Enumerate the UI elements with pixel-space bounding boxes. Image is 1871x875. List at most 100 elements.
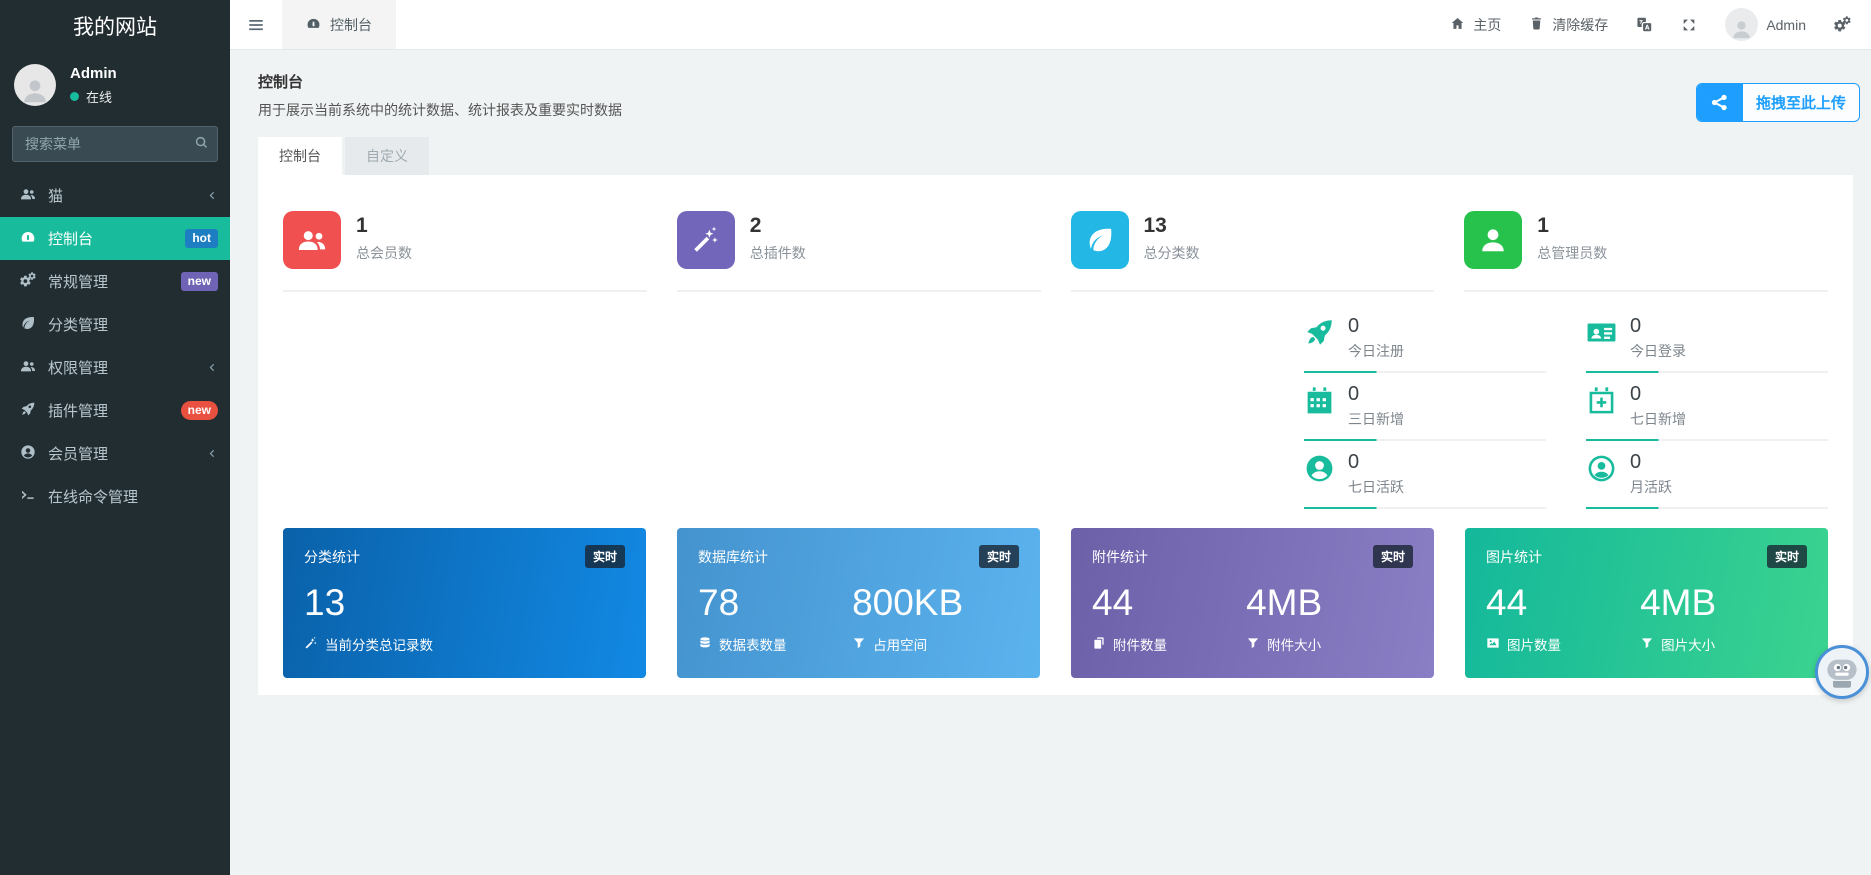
chat-robot-button[interactable]	[1815, 645, 1869, 699]
stat-label: 总管理员数	[1537, 245, 1608, 261]
chevron-left-icon	[205, 360, 218, 375]
users-icon	[19, 186, 37, 205]
terminal-icon	[19, 487, 37, 506]
topbar-user[interactable]: Admin	[1725, 8, 1806, 41]
users-icon	[283, 211, 341, 269]
hamburger-icon[interactable]	[230, 0, 282, 49]
robot-icon	[1827, 659, 1857, 688]
summary-cards: 分类统计 实时 13 当前分类总记录数 数据库统计 实时 78 数据表数量 80…	[283, 528, 1828, 678]
clear-cache-button[interactable]: 清除缓存	[1529, 15, 1608, 35]
stat-total-addons: 2 总插件数	[676, 211, 1041, 292]
stat-value: 1	[1537, 214, 1549, 237]
card-category-stats: 分类统计 实时 13 当前分类总记录数	[283, 528, 646, 678]
sidebar-item-addon[interactable]: 插件管理 new	[0, 389, 230, 432]
copy-icon	[1092, 636, 1106, 651]
card-attachment-stats: 附件统计 实时 44 附件数量 4MB 附件大小	[1071, 528, 1434, 678]
topbar-tab-dashboard[interactable]: 控制台	[282, 0, 396, 49]
image-icon	[1486, 636, 1500, 651]
stat-label: 总会员数	[356, 245, 412, 261]
share-nodes-icon	[1696, 84, 1743, 121]
user-icon	[1464, 211, 1523, 269]
online-status-dot	[70, 91, 79, 101]
stat-value: 13	[1143, 214, 1167, 237]
stat-value: 2	[749, 214, 762, 237]
sidebar-item-category[interactable]: 分类管理	[0, 303, 230, 346]
dashboard-icon	[19, 229, 37, 248]
sidebar-item-member[interactable]: 会员管理	[0, 432, 230, 475]
leaf-icon	[19, 315, 37, 334]
tab-dashboard[interactable]: 控制台	[258, 137, 342, 175]
user-circle-icon	[1304, 453, 1335, 497]
card-database-stats: 数据库统计 实时 78 数据表数量 800KB 占用空间	[677, 528, 1040, 678]
dashboard-panel: 1 总会员数 2 总插件数 13 总分类数 1 总管理员数 0 今日注册 0 今…	[258, 175, 1853, 695]
sidebar-item-dashboard[interactable]: 控制台 hot	[0, 217, 230, 260]
user-name: Admin	[70, 64, 117, 82]
site-title: 我的网站	[73, 16, 157, 39]
new-badge: new	[180, 272, 218, 291]
sidebar-item-auth[interactable]: 权限管理	[0, 346, 230, 389]
sidebar: 我的网站 Admin 在线 猫 控制台 hot 常规管理 new	[0, 0, 230, 875]
magic-wand-icon	[304, 636, 318, 651]
user-status: 在线	[70, 87, 117, 106]
chevron-left-icon	[205, 188, 218, 203]
fullscreen-icon[interactable]	[1681, 17, 1697, 33]
page-subtitle: 用于展示当前系统中的统计数据、统计报表及重要实时数据	[258, 102, 622, 118]
realtime-badge: 实时	[978, 545, 1019, 568]
realtime-badge: 实时	[584, 545, 625, 568]
user-circle-icon	[19, 444, 37, 463]
sidebar-search	[12, 126, 218, 162]
calendar-plus-icon	[1586, 385, 1617, 429]
upload-button[interactable]: 拖拽至此上传	[1695, 83, 1860, 122]
language-icon[interactable]	[1636, 16, 1653, 33]
main-area: 控制台 主页 清除缓存 Admin 控制台 用于展示当前系统中的统计数据、统计报…	[230, 0, 1871, 875]
sidebar-item-command[interactable]: 在线命令管理	[0, 475, 230, 518]
card-image-stats: 图片统计 实时 44 图片数量 4MB 图片大小	[1465, 528, 1828, 678]
upload-button-label: 拖拽至此上传	[1755, 95, 1846, 112]
cogs-icon	[19, 272, 37, 291]
stat-value: 1	[356, 214, 368, 237]
home-button[interactable]: 主页	[1450, 15, 1501, 35]
filter-icon	[1246, 636, 1260, 651]
id-card-icon	[1586, 317, 1617, 361]
trash-icon	[1529, 16, 1544, 32]
new-badge: new	[180, 401, 218, 420]
rocket-icon	[19, 401, 37, 420]
rocket-icon	[1304, 317, 1335, 361]
settings-icon[interactable]	[1834, 16, 1851, 33]
stat-3day-new: 0 三日新增	[1304, 383, 1546, 441]
magic-wand-icon	[676, 211, 735, 269]
sidebar-user-panel: Admin 在线	[0, 52, 230, 120]
stat-total-admins: 1 总管理员数	[1464, 211, 1828, 292]
big-stats-row: 1 总会员数 2 总插件数 13 总分类数 1 总管理员数	[283, 211, 1828, 292]
home-icon	[1450, 16, 1465, 32]
stat-label: 总分类数	[1143, 245, 1200, 261]
page-title: 控制台	[258, 74, 304, 91]
stat-label: 总插件数	[749, 245, 806, 261]
sidebar-item-cat[interactable]: 猫	[0, 174, 230, 217]
stat-7day-active: 0 七日活跃	[1304, 451, 1546, 509]
sidebar-item-general[interactable]: 常规管理 new	[0, 260, 230, 303]
stat-total-categories: 13 总分类数	[1070, 211, 1435, 292]
topbar-right: 主页 清除缓存 Admin	[1450, 0, 1871, 49]
calendar-icon	[1304, 385, 1335, 429]
chevron-left-icon	[205, 446, 218, 461]
user-circle-outline-icon	[1586, 453, 1617, 497]
filter-icon	[852, 636, 866, 651]
database-icon	[698, 636, 712, 651]
mini-stats-grid: 0 今日注册 0 今日登录 0 三日新增 0 七日新增 0 七日活跃 0 月活跃	[1304, 315, 1828, 519]
stat-total-members: 1 总会员数	[283, 211, 647, 292]
stat-today-login: 0 今日登录	[1586, 315, 1828, 373]
search-icon[interactable]	[185, 127, 217, 161]
tab-custom[interactable]: 自定义	[345, 137, 429, 175]
avatar[interactable]	[14, 64, 56, 106]
users-icon	[19, 358, 37, 377]
dashboard-icon	[306, 16, 321, 32]
realtime-badge: 实时	[1766, 545, 1807, 568]
page-head: 控制台 用于展示当前系统中的统计数据、统计报表及重要实时数据	[230, 50, 1871, 120]
user-status-label: 在线	[86, 89, 113, 105]
topbar: 控制台 主页 清除缓存 Admin	[230, 0, 1871, 50]
realtime-badge: 实时	[1372, 545, 1413, 568]
stat-month-active: 0 月活跃	[1586, 451, 1828, 509]
avatar	[1725, 8, 1759, 41]
stat-7day-new: 0 七日新增	[1586, 383, 1828, 441]
